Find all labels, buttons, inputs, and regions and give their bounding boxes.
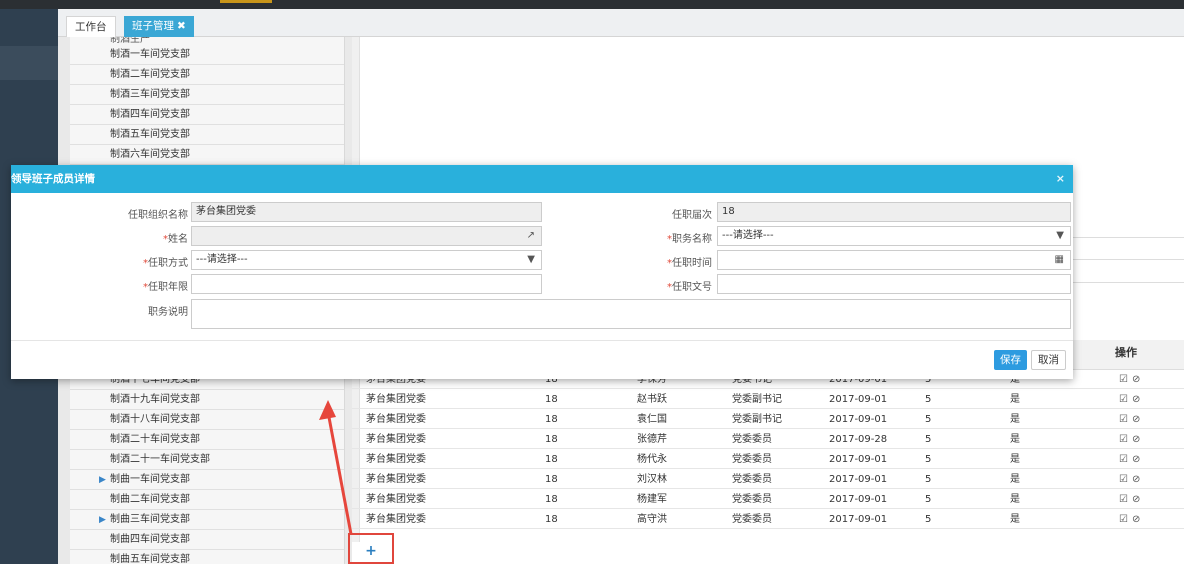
tree-item[interactable]: 制曲五车间党支部 — [70, 550, 344, 564]
table-row[interactable]: 茅台集团党委 18 张德芹 党委委员 2017-09-28 5 是 ☑ ⊘ — [352, 430, 1184, 449]
caret-right-icon[interactable]: ▶ — [99, 470, 106, 490]
method-label: *任职方式 — [143, 258, 188, 269]
tree-item[interactable]: 制酒二十一车间党支部 — [70, 450, 344, 470]
edit-icon[interactable]: ☑ — [1119, 474, 1128, 485]
tree-item[interactable]: 制酒五车间党支部 — [70, 125, 344, 145]
table-row[interactable]: 茅台集团党委 18 刘汉林 党委委员 2017-09-01 5 是 ☑ ⊘ — [352, 470, 1184, 489]
position-label: *职务名称 — [667, 234, 712, 245]
row-actions: ☑ ⊘ — [1119, 410, 1144, 429]
table-row[interactable]: 茅台集团党委 18 杨代永 党委委员 2017-09-01 5 是 ☑ ⊘ — [352, 450, 1184, 469]
row-actions: ☑ ⊘ — [1119, 510, 1144, 529]
cancel-button[interactable]: 取消 — [1031, 350, 1066, 370]
disable-icon[interactable]: ⊘ — [1132, 474, 1140, 485]
tab-close-icon[interactable]: ✖ — [177, 20, 186, 32]
tree-item[interactable]: 制酒四车间党支部 — [70, 105, 344, 125]
table-row[interactable]: 茅台集团党委 18 杨建军 党委委员 2017-09-01 5 是 ☑ ⊘ — [352, 490, 1184, 509]
edit-icon[interactable]: ☑ — [1119, 514, 1128, 525]
table-footer: + — [352, 542, 1184, 564]
tree-item[interactable]: 制酒三车间党支部 — [70, 85, 344, 105]
tab-team-management[interactable]: 班子管理 ✖ — [124, 16, 194, 37]
method-select[interactable]: ---请选择--- ▼ — [191, 250, 542, 270]
calendar-icon[interactable]: ▦ — [1055, 251, 1064, 269]
doc-no-label: *任职文号 — [667, 282, 712, 293]
term-no-label: 任职届次 — [672, 210, 712, 221]
tree-item[interactable]: 制曲四车间党支部 — [70, 530, 344, 550]
term-years-field[interactable] — [191, 274, 542, 294]
top-bar — [0, 0, 1184, 9]
edit-icon[interactable]: ☑ — [1119, 414, 1128, 425]
tree-item-cut[interactable]: 制酒生产 — [110, 37, 150, 45]
position-select[interactable]: ---请选择--- ▼ — [717, 226, 1071, 246]
description-textarea[interactable] — [191, 299, 1071, 329]
close-icon[interactable]: × — [1056, 165, 1065, 193]
name-label: *姓名 — [163, 234, 188, 245]
tab-bar: 工作台 班子管理 ✖ — [58, 9, 1184, 37]
row-actions: ☑ ⊘ — [1119, 390, 1144, 409]
tree-item[interactable]: 制酒二十车间党支部 — [70, 430, 344, 450]
row-actions: ☑ ⊘ — [1119, 430, 1144, 449]
disable-icon[interactable]: ⊘ — [1132, 454, 1140, 465]
edit-icon[interactable]: ☑ — [1119, 394, 1128, 405]
edit-icon[interactable]: ☑ — [1119, 374, 1128, 385]
top-accent — [220, 0, 272, 3]
tree-item[interactable]: 制酒十九车间党支部 — [70, 390, 344, 410]
dialog-title: 领导班子成员详情 — [11, 173, 95, 185]
tree-item[interactable]: ▶ 制曲一车间党支部 — [70, 470, 344, 490]
tab-team-label: 班子管理 — [132, 20, 174, 32]
edit-icon[interactable]: ☑ — [1119, 434, 1128, 445]
tree-item[interactable]: ▶ 制曲三车间党支部 — [70, 510, 344, 530]
dialog-form: 任职组织名称 茅台集团党委 任职届次 18 *姓名 ↗ *职务名称 ---请选择… — [11, 193, 1073, 339]
edit-icon[interactable]: ☑ — [1119, 454, 1128, 465]
caret-right-icon[interactable]: ▶ — [99, 510, 106, 530]
disable-icon[interactable]: ⊘ — [1132, 434, 1140, 445]
tree-item[interactable]: 制酒二车间党支部 — [70, 65, 344, 85]
tree-item[interactable]: 制酒十八车间党支部 — [70, 410, 344, 430]
external-link-icon[interactable]: ↗ — [527, 227, 535, 245]
tab-workbench[interactable]: 工作台 — [66, 16, 116, 37]
disable-icon[interactable]: ⊘ — [1132, 374, 1140, 385]
disable-icon[interactable]: ⊘ — [1132, 514, 1140, 525]
appoint-date-label: *任职时间 — [667, 258, 712, 269]
disable-icon[interactable]: ⊘ — [1132, 414, 1140, 425]
edit-icon[interactable]: ☑ — [1119, 494, 1128, 505]
org-name-field: 茅台集团党委 — [191, 202, 542, 222]
row-actions: ☑ ⊘ — [1119, 490, 1144, 509]
member-detail-dialog: 领导班子成员详情 × 任职组织名称 茅台集团党委 任职届次 18 *姓名 ↗ *… — [11, 165, 1073, 379]
table-row[interactable]: 茅台集团党委 18 袁仁国 党委副书记 2017-09-01 5 是 ☑ ⊘ — [352, 410, 1184, 429]
row-actions: ☑ ⊘ — [1119, 450, 1144, 469]
description-label: 职务说明 — [148, 307, 188, 318]
save-button[interactable]: 保存 — [994, 350, 1027, 370]
tree-item[interactable]: 制曲二车间党支部 — [70, 490, 344, 510]
table-row[interactable]: 茅台集团党委 18 赵书跃 党委副书记 2017-09-01 5 是 ☑ ⊘ — [352, 390, 1184, 409]
row-actions: ☑ ⊘ — [1119, 470, 1144, 489]
nav-active-item[interactable] — [0, 46, 58, 80]
name-field[interactable]: ↗ — [191, 226, 542, 246]
dialog-footer: 保存 取消 — [11, 340, 1073, 379]
chevron-down-icon: ▼ — [1056, 230, 1064, 241]
org-name-label: 任职组织名称 — [128, 210, 188, 221]
term-no-field: 18 — [717, 202, 1071, 222]
dialog-header: 领导班子成员详情 × — [11, 165, 1073, 193]
disable-icon[interactable]: ⊘ — [1132, 394, 1140, 405]
column-header-operation: 操作 — [1115, 346, 1137, 359]
tab-workbench-label: 工作台 — [75, 21, 107, 33]
appoint-date-field[interactable]: ▦ — [717, 250, 1071, 270]
table-row[interactable]: 茅台集团党委 18 高守洪 党委委员 2017-09-01 5 是 ☑ ⊘ — [352, 510, 1184, 529]
tree-item[interactable]: 制酒一车间党支部 — [70, 45, 344, 65]
row-actions: ☑ ⊘ — [1119, 370, 1144, 389]
annotation-arrow — [319, 400, 353, 535]
term-years-label: *任职年限 — [143, 282, 188, 293]
tree-item[interactable]: 制酒六车间党支部 — [70, 145, 344, 165]
chevron-down-icon: ▼ — [527, 254, 535, 265]
disable-icon[interactable]: ⊘ — [1132, 494, 1140, 505]
doc-no-field[interactable] — [717, 274, 1071, 294]
